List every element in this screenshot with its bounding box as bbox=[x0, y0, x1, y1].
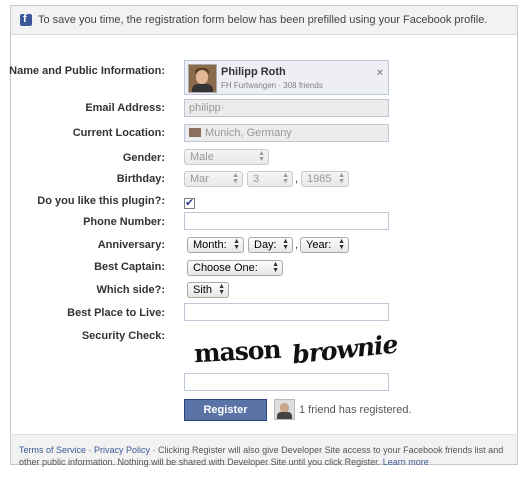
updown-arrows-icon: ▲ ▼ bbox=[338, 238, 345, 251]
birthday-month-select[interactable]: Mar ▲ ▼ bbox=[184, 171, 243, 187]
privacy-policy-link[interactable]: Privacy Policy bbox=[94, 445, 150, 455]
birthday-month-value: Mar bbox=[190, 173, 209, 185]
updown-arrows-icon: ▲ ▼ bbox=[272, 261, 279, 274]
place-field[interactable] bbox=[184, 303, 389, 321]
updown-arrows-icon: ▲ ▼ bbox=[282, 172, 289, 185]
profile-subtitle: FH Furtwangen · 308 friends bbox=[221, 81, 323, 90]
prefill-notice: To save you time, the registration form … bbox=[11, 6, 517, 35]
birthday-year-select[interactable]: 1985 ▲ ▼ bbox=[301, 171, 349, 187]
anniversary-day-select[interactable]: Day: ▲ ▼ bbox=[248, 237, 293, 253]
anniversary-year-value: Year: bbox=[306, 239, 332, 251]
anniversary-month-select[interactable]: Month: ▲ ▼ bbox=[187, 237, 244, 253]
profile-card: Philipp Roth FH Furtwangen · 308 friends… bbox=[184, 60, 389, 95]
label-name-public: Name and Public Information: bbox=[9, 65, 165, 77]
location-icon bbox=[189, 128, 201, 137]
prefill-notice-text: To save you time, the registration form … bbox=[38, 14, 488, 26]
label-birthday: Birthday: bbox=[116, 173, 165, 185]
anniversary-year-select[interactable]: Year: ▲ ▼ bbox=[300, 237, 349, 253]
friends-registered-text: 1 friend has registered. bbox=[299, 404, 412, 416]
email-value: philipp· bbox=[189, 102, 225, 114]
location-field[interactable]: Munich, Germany bbox=[184, 124, 389, 142]
updown-arrows-icon: ▲ ▼ bbox=[232, 172, 239, 185]
updown-arrows-icon: ▲ ▼ bbox=[218, 283, 225, 296]
label-security: Security Check: bbox=[81, 330, 165, 342]
registration-plugin: To save you time, the registration form … bbox=[9, 5, 518, 467]
captcha-input[interactable] bbox=[184, 373, 389, 391]
anniversary-day-value: Day: bbox=[254, 239, 277, 251]
avatar bbox=[188, 64, 217, 93]
label-captain: Best Captain: bbox=[94, 261, 165, 273]
location-value: Munich, Germany bbox=[205, 127, 292, 139]
birthday-year-value: 1985 bbox=[307, 173, 332, 185]
captain-select[interactable]: Choose One: ▲ ▼ bbox=[187, 260, 283, 276]
captcha-image: mason brownie bbox=[192, 330, 398, 373]
friend-avatar bbox=[274, 399, 295, 420]
comma-separator: , bbox=[295, 239, 299, 251]
footer: Terms of Service · Privacy Policy · Clic… bbox=[11, 434, 517, 467]
label-place: Best Place to Live: bbox=[67, 307, 165, 319]
label-email: Email Address: bbox=[85, 102, 165, 114]
birthday-day-select[interactable]: 3 ▲ ▼ bbox=[247, 171, 293, 187]
updown-arrows-icon: ▲ ▼ bbox=[233, 238, 240, 251]
phone-field[interactable] bbox=[184, 212, 389, 230]
label-phone: Phone Number: bbox=[83, 216, 165, 228]
label-gender: Gender: bbox=[122, 152, 165, 164]
profile-name: Philipp Roth bbox=[221, 66, 286, 78]
label-side: Which side?: bbox=[96, 284, 165, 296]
label-plugin: Do you like this plugin?: bbox=[37, 195, 165, 207]
birthday-day-value: 3 bbox=[253, 173, 260, 185]
anniversary-month-value: Month: bbox=[193, 239, 227, 251]
captain-value: Choose One: bbox=[193, 262, 258, 274]
terms-of-service-link[interactable]: Terms of Service bbox=[19, 445, 86, 455]
register-button[interactable]: Register bbox=[184, 399, 267, 421]
plugin-checkbox[interactable] bbox=[184, 196, 195, 209]
captcha-word-1: mason bbox=[193, 334, 282, 369]
email-field[interactable]: philipp· bbox=[184, 99, 389, 117]
updown-arrows-icon: ▲ ▼ bbox=[258, 150, 265, 163]
close-icon[interactable]: × bbox=[377, 67, 383, 79]
learn-more-link[interactable]: Learn more bbox=[383, 457, 429, 467]
side-value: Sith bbox=[193, 284, 212, 296]
facebook-icon bbox=[20, 13, 32, 26]
gender-value: Male bbox=[190, 151, 214, 163]
label-anniversary: Anniversary: bbox=[97, 239, 165, 251]
gender-select[interactable]: Male ▲ ▼ bbox=[184, 149, 269, 165]
side-select[interactable]: Sith ▲ ▼ bbox=[187, 282, 229, 298]
label-location: Current Location: bbox=[72, 127, 165, 139]
footer-separator: · bbox=[86, 445, 95, 455]
updown-arrows-icon: ▲ ▼ bbox=[282, 238, 289, 251]
updown-arrows-icon: ▲ ▼ bbox=[338, 172, 345, 185]
comma-separator: , bbox=[295, 173, 299, 185]
captcha-word-2: brownie bbox=[290, 329, 399, 370]
